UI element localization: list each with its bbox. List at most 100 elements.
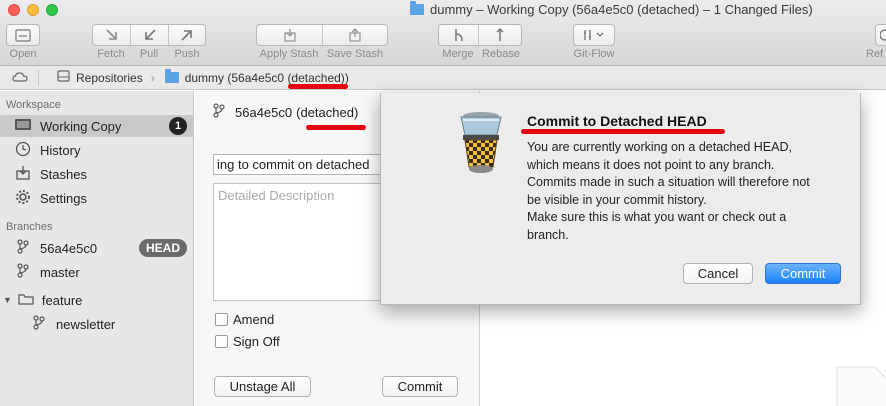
commit-detached-head-dialog: Commit to Detached HEAD You are currentl… — [380, 93, 861, 305]
sidebar-item-branch-master[interactable]: master — [0, 261, 193, 283]
fetch-icon — [105, 29, 117, 40]
sidebar-item-history[interactable]: History — [0, 139, 193, 161]
sidebar-item-label: 56a4e5c0 — [40, 240, 98, 256]
commit-description-textarea[interactable]: Detailed Description — [213, 183, 383, 301]
open-icon — [15, 28, 31, 42]
gear-icon — [14, 189, 32, 208]
zoom-window-button[interactable] — [46, 4, 58, 16]
title-bar: dummy – Working Copy (56a4e5c0 (detached… — [0, 0, 886, 66]
head-detached-label: (detached) — [296, 104, 359, 120]
branch-icon — [14, 239, 32, 257]
signoff-checkbox-box[interactable] — [215, 335, 228, 348]
sidebar-item-label: Stashes — [40, 166, 87, 182]
commit-button[interactable]: Commit — [382, 376, 458, 397]
git-flow-button-group — [573, 24, 615, 46]
breadcrumb-chevron-icon: › — [150, 70, 155, 85]
dialog-commit-button[interactable]: Commit — [765, 263, 841, 284]
unstage-all-button[interactable]: Unstage All — [214, 376, 311, 397]
rebase-button[interactable] — [479, 25, 521, 45]
save-stash-icon — [349, 28, 361, 42]
breadcrumb-repositories[interactable]: Repositories — [76, 71, 143, 85]
path-bar: Repositories › dummy (56a4e5c0 (detached… — [0, 66, 886, 90]
signoff-label: Sign Off — [233, 334, 280, 349]
sidebar-item-settings[interactable]: Settings — [0, 187, 193, 209]
sidebar-item-label: Working Copy — [40, 118, 122, 134]
empty-file-icon — [836, 366, 886, 406]
sidebar-folder-feature[interactable]: ▼ feature — [0, 289, 193, 311]
refresh-label: Ref — [866, 48, 884, 60]
window-title: dummy – Working Copy (56a4e5c0 (detached… — [410, 1, 813, 17]
refresh-icon — [880, 29, 886, 41]
stash-box-icon — [14, 165, 32, 184]
sync-button-group — [92, 24, 206, 46]
workspace-header: Workspace — [6, 99, 61, 111]
working-copy-icon — [14, 118, 32, 134]
push-icon — [181, 30, 192, 41]
rebase-icon — [496, 28, 504, 41]
head-badge: HEAD — [138, 239, 187, 257]
path-divider — [38, 69, 39, 86]
commit-summary-input[interactable]: ing to commit on detached — [213, 154, 383, 175]
branch-icon — [14, 263, 32, 281]
dialog-title: Commit to Detached HEAD — [527, 113, 707, 129]
merge-button-group — [438, 24, 522, 46]
disclosure-triangle-icon[interactable]: ▼ — [3, 295, 12, 305]
pull-icon — [144, 29, 156, 40]
refresh-button[interactable] — [876, 25, 886, 45]
push-button[interactable] — [169, 25, 205, 45]
dialog-message-line: You are currently working on a detached … — [527, 140, 792, 154]
sidebar-item-label: Settings — [40, 190, 87, 206]
minimize-window-button[interactable] — [27, 4, 39, 16]
open-button[interactable] — [7, 25, 39, 45]
apply-stash-label: Apply Stash — [259, 48, 319, 60]
save-stash-label: Save Stash — [326, 48, 384, 60]
close-window-button[interactable] — [8, 4, 20, 16]
apply-stash-button[interactable] — [257, 25, 323, 45]
sidebar-item-label: newsletter — [56, 316, 116, 332]
merge-icon — [454, 29, 463, 42]
dialog-message: You are currently working on a detached … — [527, 139, 847, 244]
folder-icon — [410, 1, 424, 15]
annotation-underline-dialog-title — [521, 129, 725, 134]
git-flow-label: Git-Flow — [573, 48, 615, 60]
apply-stash-icon — [283, 29, 296, 42]
sidebar-item-label: feature — [41, 292, 83, 308]
annotation-underline-pathbar — [288, 84, 348, 89]
sidebar-item-label: master — [40, 264, 80, 280]
fetch-button[interactable] — [93, 25, 131, 45]
sidebar-item-stashes[interactable]: Stashes — [0, 163, 193, 185]
save-stash-button[interactable] — [323, 25, 387, 45]
dialog-cancel-button[interactable]: Cancel — [683, 263, 753, 284]
dialog-message-line: Make sure this is what you want or check… — [527, 210, 787, 224]
hard-drive-icon — [57, 70, 70, 85]
amend-label: Amend — [233, 312, 275, 327]
cloud-icon[interactable] — [12, 71, 28, 85]
breadcrumb-repo-detached: (detached) — [287, 70, 345, 85]
branch-icon — [30, 315, 48, 333]
breadcrumb-repo-suffix: ) — [344, 70, 349, 85]
annotation-underline-head — [306, 125, 366, 130]
window-title-text: dummy – Working Copy (56a4e5c0 (detached… — [430, 2, 813, 17]
branch-icon — [213, 103, 225, 121]
head-commit-label: 56a4e5c0 — [235, 104, 293, 120]
pull-label: Pull — [139, 48, 159, 60]
refresh-button-group — [875, 24, 886, 46]
dialog-message-line: Commits made in such a situation will th… — [527, 175, 810, 189]
signoff-checkbox[interactable]: Sign Off — [215, 334, 280, 349]
fetch-label: Fetch — [97, 48, 125, 60]
dialog-message-line: branch. — [527, 227, 569, 242]
clock-icon — [14, 141, 32, 160]
sidebar-item-branch-newsletter[interactable]: newsletter — [0, 313, 193, 335]
git-flow-button[interactable] — [574, 25, 614, 45]
breadcrumb-repository[interactable]: dummy (56a4e5c0 (detached)) — [185, 71, 349, 85]
merge-button[interactable] — [439, 25, 479, 45]
head-status: 56a4e5c0 (detached) — [213, 103, 358, 121]
amend-checkbox[interactable]: Amend — [215, 312, 274, 327]
changed-files-badge: 1 — [169, 117, 187, 135]
repo-folder-icon — [164, 69, 179, 83]
pull-button[interactable] — [131, 25, 169, 45]
sidebar-item-working-copy[interactable]: Working Copy 1 — [0, 115, 193, 137]
amend-checkbox-box[interactable] — [215, 313, 228, 326]
commit-summary-value: ing to commit on detached — [217, 157, 370, 172]
sidebar-item-branch-56a4e5c0[interactable]: 56a4e5c0 HEAD — [0, 237, 193, 259]
